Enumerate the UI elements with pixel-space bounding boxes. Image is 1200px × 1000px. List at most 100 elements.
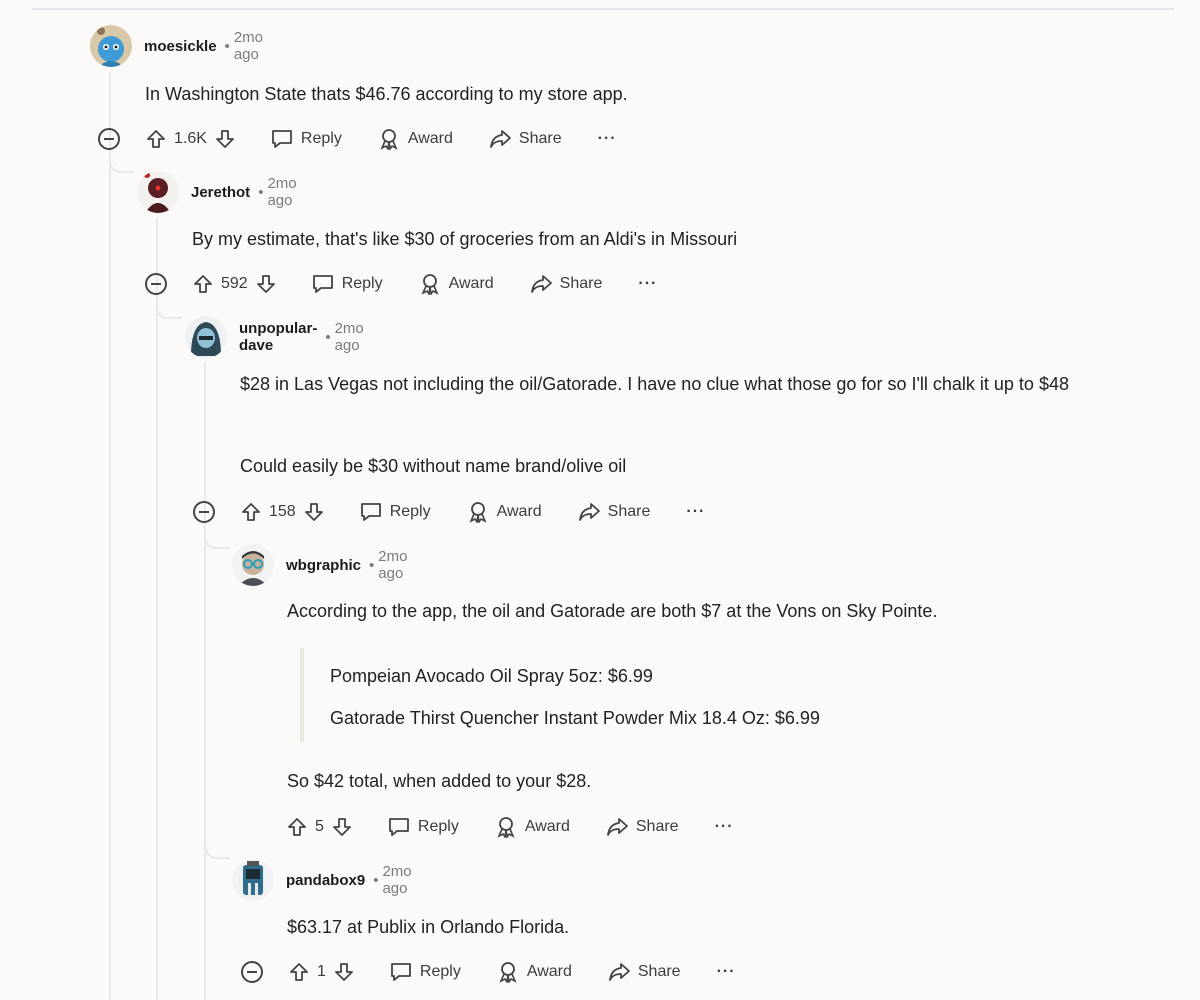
share-label: Share bbox=[637, 963, 681, 980]
award-button[interactable]: Award bbox=[378, 128, 453, 150]
share-button[interactable]: Share bbox=[530, 274, 603, 294]
upvote-icon[interactable] bbox=[146, 129, 166, 149]
quote-line: Gatorade Thirst Quencher Instant Powder … bbox=[330, 708, 820, 728]
reply-button[interactable]: Reply bbox=[271, 129, 342, 149]
share-icon bbox=[530, 275, 552, 293]
vote-count: 5 bbox=[315, 818, 324, 835]
timestamp[interactable]: 2mo ago bbox=[234, 29, 263, 63]
vote-controls: 158 bbox=[241, 502, 324, 522]
comment-actions: 1.6K Reply Award Share ··· bbox=[98, 123, 617, 155]
username[interactable]: unpopular-dave bbox=[239, 320, 317, 354]
hooded-avatar-icon[interactable] bbox=[185, 316, 227, 358]
reply-label: Reply bbox=[417, 818, 459, 835]
reply-label: Reply bbox=[300, 130, 342, 147]
comment-text: $63.17 at Publix in Orlando Florida. bbox=[287, 917, 570, 937]
comment-text: $28 in Las Vegas not including the oil/G… bbox=[240, 374, 1069, 394]
vote-controls: 1 bbox=[289, 962, 354, 982]
comment-actions: 158 Reply Award Share ··· bbox=[193, 496, 705, 528]
share-button[interactable]: Share bbox=[608, 962, 681, 982]
reply-label: Reply bbox=[341, 275, 383, 292]
comment-bubble-icon bbox=[312, 275, 333, 293]
separator-dot: • bbox=[325, 328, 331, 346]
username[interactable]: wbgraphic bbox=[286, 557, 361, 574]
dark-red-avatar-icon[interactable] bbox=[137, 171, 179, 213]
collapse-icon[interactable] bbox=[241, 961, 263, 983]
award-label: Award bbox=[448, 275, 494, 292]
award-label: Award bbox=[524, 818, 570, 835]
award-icon bbox=[499, 962, 517, 983]
downvote-icon[interactable] bbox=[215, 129, 235, 149]
share-icon bbox=[606, 818, 628, 836]
reply-label: Reply bbox=[419, 963, 461, 980]
glasses-avatar-icon[interactable] bbox=[232, 544, 274, 586]
collapse-icon[interactable] bbox=[193, 501, 215, 523]
downvote-icon[interactable] bbox=[304, 502, 324, 522]
comment-bubble-icon bbox=[360, 503, 381, 521]
reply-button[interactable]: Reply bbox=[360, 502, 431, 522]
share-icon bbox=[608, 963, 630, 981]
timestamp[interactable]: 2mo ago bbox=[378, 548, 407, 582]
upvote-icon[interactable] bbox=[193, 274, 213, 294]
reply-button[interactable]: Reply bbox=[312, 274, 383, 294]
comment-bubble-icon bbox=[391, 963, 411, 981]
award-label: Award bbox=[407, 130, 453, 147]
vote-count: 1.6K bbox=[174, 130, 207, 147]
comment-actions: 1 Reply Award Share ··· bbox=[241, 956, 736, 988]
blue-avatar-icon[interactable] bbox=[90, 25, 132, 67]
username[interactable]: moesickle bbox=[144, 38, 217, 55]
reply-button[interactable]: Reply bbox=[388, 817, 459, 837]
username[interactable]: pandabox9 bbox=[286, 872, 365, 889]
timestamp[interactable]: 2mo ago bbox=[267, 175, 296, 209]
award-button[interactable]: Award bbox=[495, 816, 570, 838]
award-icon bbox=[469, 502, 487, 523]
comment-actions: 5 Reply Award Share ··· bbox=[287, 811, 734, 843]
collapse-icon[interactable] bbox=[145, 273, 167, 295]
upvote-icon[interactable] bbox=[287, 817, 307, 837]
collapse-icon[interactable] bbox=[98, 128, 120, 150]
more-options-icon[interactable]: ··· bbox=[598, 130, 617, 148]
comment-text: So $42 total, when added to your $28. bbox=[287, 771, 592, 791]
more-options-icon[interactable]: ··· bbox=[717, 963, 736, 981]
robot-avatar-icon[interactable] bbox=[232, 859, 274, 901]
share-button[interactable]: Share bbox=[489, 129, 562, 149]
award-label: Award bbox=[496, 503, 542, 520]
comment-bubble-icon bbox=[272, 130, 292, 148]
share-label: Share bbox=[635, 818, 679, 835]
share-button[interactable]: Share bbox=[606, 817, 679, 837]
vote-controls: 592 bbox=[193, 274, 276, 294]
timestamp[interactable]: 2mo ago bbox=[335, 320, 364, 354]
downvote-icon[interactable] bbox=[334, 962, 354, 982]
reply-label: Reply bbox=[389, 503, 431, 520]
more-options-icon[interactable]: ··· bbox=[715, 818, 734, 836]
upvote-icon[interactable] bbox=[241, 502, 261, 522]
vote-controls: 5 bbox=[287, 817, 352, 837]
username[interactable]: Jerethot bbox=[191, 184, 250, 201]
reply-button[interactable]: Reply bbox=[390, 962, 461, 982]
vote-count: 1 bbox=[317, 963, 326, 980]
more-options-icon[interactable]: ··· bbox=[686, 503, 705, 521]
upvote-icon[interactable] bbox=[289, 962, 309, 982]
separator-dot: • bbox=[258, 183, 264, 201]
downvote-icon[interactable] bbox=[332, 817, 352, 837]
share-button[interactable]: Share bbox=[578, 502, 651, 522]
share-icon bbox=[489, 130, 511, 148]
award-button[interactable]: Award bbox=[467, 501, 542, 523]
separator-dot: • bbox=[373, 871, 379, 889]
vote-controls: 1.6K bbox=[146, 129, 235, 149]
award-button[interactable]: Award bbox=[419, 273, 494, 295]
comment-text: According to the app, the oil and Gatora… bbox=[287, 601, 938, 621]
timestamp[interactable]: 2mo ago bbox=[382, 863, 411, 897]
separator-dot: • bbox=[369, 556, 375, 574]
comment-text: Could easily be $30 without name brand/o… bbox=[240, 456, 627, 476]
award-button[interactable]: Award bbox=[497, 961, 572, 983]
blockquote: Pompeian Avocado Oil Spray 5oz: $6.99 Ga… bbox=[300, 648, 1170, 742]
award-icon bbox=[497, 817, 515, 838]
share-label: Share bbox=[518, 130, 562, 147]
more-options-icon[interactable]: ··· bbox=[638, 275, 657, 293]
share-label: Share bbox=[607, 503, 651, 520]
award-icon bbox=[421, 274, 439, 295]
vote-count: 592 bbox=[221, 275, 248, 292]
downvote-icon[interactable] bbox=[256, 274, 276, 294]
comment-actions: 592 Reply Award Share ··· bbox=[145, 268, 657, 300]
share-label: Share bbox=[559, 275, 603, 292]
